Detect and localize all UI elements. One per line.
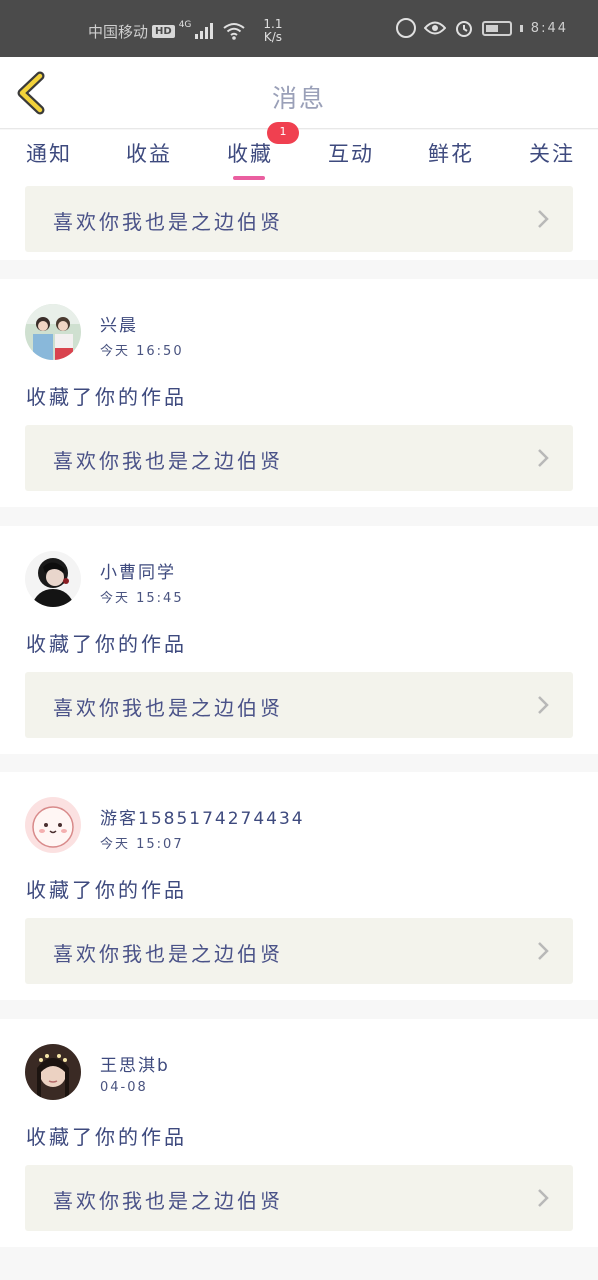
avatar[interactable] <box>25 797 81 853</box>
alarm-icon <box>455 21 472 37</box>
eye-icon <box>423 21 446 35</box>
tab-earnings[interactable]: 收益 <box>126 138 172 168</box>
work-title: 喜欢你我也是之边伯贤 <box>53 696 283 720</box>
work-title: 喜欢你我也是之边伯贤 <box>53 1189 283 1213</box>
clock: 8:44 <box>530 20 568 36</box>
tab-following[interactable]: 关注 <box>529 138 575 168</box>
hd-badge: HD <box>152 24 175 38</box>
carrier-label: 中国移动 <box>88 22 149 41</box>
network-type: 4G <box>178 20 192 30</box>
timestamp: 今天 15:07 <box>100 837 184 852</box>
work-title: 喜欢你我也是之边伯贤 <box>53 449 283 473</box>
work-link[interactable]: 喜欢你我也是之边伯贤 <box>25 186 573 252</box>
tab-favorites[interactable]: 收藏 <box>227 138 273 168</box>
chevron-right-icon <box>538 1189 549 1207</box>
list-item: 游客1585174274434 今天 15:07 收藏了你的作品 喜欢你我也是之… <box>0 772 598 1000</box>
status-right: 8:44 <box>395 18 568 38</box>
action-text: 收藏了你的作品 <box>26 878 187 902</box>
chevron-right-icon <box>538 942 549 960</box>
list-item: 王思淇b 04-08 收藏了你的作品 喜欢你我也是之边伯贤 <box>0 1019 598 1247</box>
list-item: 小曹同学 今天 15:45 收藏了你的作品 喜欢你我也是之边伯贤 <box>0 526 598 754</box>
top-nav-bar: 消息 <box>0 57 598 129</box>
user-name[interactable]: 小曹同学 <box>100 558 176 583</box>
list-item: 兴晨 今天 16:50 收藏了你的作品 喜欢你我也是之边伯贤 <box>0 279 598 507</box>
page-title: 消息 <box>271 84 326 113</box>
list-item-partial: 喜欢你我也是之边伯贤 <box>0 180 598 260</box>
status-left: 中国移动 HD 4G 1.1 K/s <box>88 18 282 44</box>
user-name[interactable]: 游客1585174274434 <box>100 804 305 829</box>
chevron-right-icon <box>538 210 549 228</box>
timestamp: 今天 16:50 <box>100 344 184 359</box>
user-name[interactable]: 兴晨 <box>100 311 138 336</box>
status-bar: 中国移动 HD 4G 1.1 K/s 8:44 <box>0 0 598 57</box>
work-link[interactable]: 喜欢你我也是之边伯贤 <box>25 672 573 738</box>
battery-tip <box>519 24 523 32</box>
work-link[interactable]: 喜欢你我也是之边伯贤 <box>25 1165 573 1231</box>
timestamp: 今天 15:45 <box>100 591 184 606</box>
chevron-right-icon <box>538 696 549 714</box>
work-link[interactable]: 喜欢你我也是之边伯贤 <box>25 425 573 491</box>
avatar[interactable] <box>25 304 81 360</box>
signal-icon <box>195 23 214 39</box>
tab-flowers[interactable]: 鲜花 <box>428 138 474 168</box>
tab-interactions[interactable]: 互动 <box>328 138 374 168</box>
avatar[interactable] <box>25 551 81 607</box>
action-text: 收藏了你的作品 <box>26 385 187 409</box>
action-text: 收藏了你的作品 <box>26 1125 187 1149</box>
tab-favorites-label: 收藏 <box>227 142 273 166</box>
timestamp: 04-08 <box>100 1080 148 1095</box>
chevron-right-icon <box>538 449 549 467</box>
avatar[interactable] <box>25 1044 81 1100</box>
work-title: 喜欢你我也是之边伯贤 <box>53 210 283 234</box>
action-text: 收藏了你的作品 <box>26 632 187 656</box>
user-name[interactable]: 王思淇b <box>100 1051 170 1076</box>
tab-bar: 通知 收益 收藏 1 互动 鲜花 关注 <box>0 122 598 180</box>
work-link[interactable]: 喜欢你我也是之边伯贤 <box>25 918 573 984</box>
wifi-icon <box>223 23 246 40</box>
battery-icon <box>481 20 512 36</box>
network-speed: 1.1 K/s <box>263 18 282 44</box>
data-saver-icon <box>395 18 416 38</box>
unread-badge: 1 <box>267 122 299 144</box>
work-title: 喜欢你我也是之边伯贤 <box>53 942 283 966</box>
speed-unit: K/s <box>263 30 283 44</box>
tab-notifications[interactable]: 通知 <box>26 138 72 168</box>
